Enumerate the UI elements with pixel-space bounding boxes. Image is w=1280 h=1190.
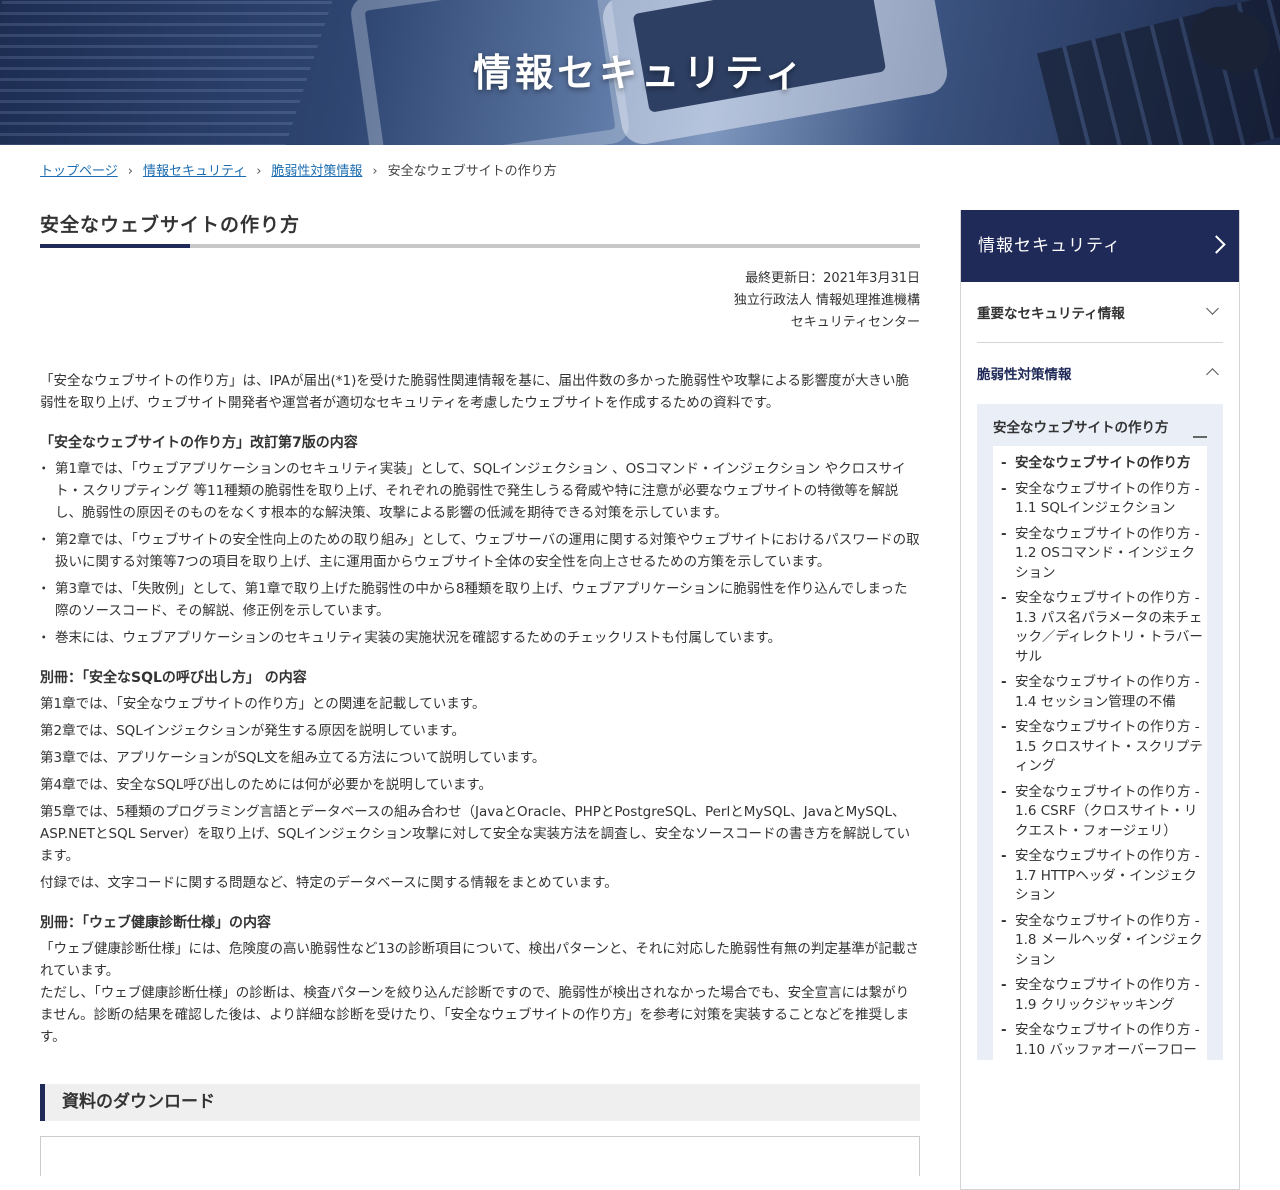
sidebar-item-label: 脆弱性対策情報 [977,367,1072,383]
breadcrumb: トップページ › 情報セキュリティ › 脆弱性対策情報 › 安全なウェブサイトの作り方 [40,160,557,180]
sql-line: 第1章では、「安全なウェブサイトの作り方」との関連を記載しています。 [40,696,486,712]
list-item: 第3章では、「失敗例」として、第1章で取り上げた脆弱性の中から8種類を取り上げ、… [37,578,920,622]
download-box [40,1136,920,1176]
sidebar-header-link[interactable]: 情報セキュリティ [961,210,1239,282]
breadcrumb-separator: › [127,164,133,179]
chevron-down-icon [1206,302,1219,315]
sidebar-link[interactable]: 安全なウェブサイトの作り方 - 1.1 SQLインジェクション [1001,480,1203,519]
hero-banner: 情報セキュリティ [0,0,1280,145]
web-health-paragraph: 「ウェブ健康診断仕様」には、危険度の高い脆弱性など13の診断項目について、検出パ… [40,941,919,979]
sidebar-item-label: 重要なセキュリティ情報 [977,306,1125,322]
breadcrumb-separator: › [256,164,262,179]
download-heading: 資料のダウンロード [40,1084,920,1121]
sql-line: 第4章では、安全なSQL呼び出しのためには何が必要かを説明しています。 [40,777,493,793]
organization: 独立行政法人 情報処理推進機構 [733,293,920,308]
main-content: 安全なウェブサイトの作り方 最終更新日：2021年3月31日 独立行政法人 情報… [37,210,920,1176]
sidebar-link[interactable]: 安全なウェブサイトの作り方 - 1.3 パス名パラメータの未チェック／ディレクト… [1001,589,1203,667]
section-heading-web-health: 別冊：「ウェブ健康診断仕様」の内容 [40,915,271,931]
hero-title: 情報セキュリティ [473,51,807,95]
sidebar-subsection-toggle[interactable]: 安全なウェブサイトの作り方 [993,418,1207,446]
sidebar-link-active[interactable]: 安全なウェブサイトの作り方 [1001,454,1203,474]
list-item: 第1章では、「ウェブアプリケーションのセキュリティ実装」として、SQLインジェク… [37,458,920,524]
sidebar-link[interactable]: 安全なウェブサイトの作り方 - 1.4 セッション管理の不備 [1001,673,1203,712]
article-meta: 最終更新日：2021年3月31日 独立行政法人 情報処理推進機構 セキュリティセ… [40,268,920,334]
page-title: 安全なウェブサイトの作り方 [40,214,301,236]
list-item: 巻末には、ウェブアプリケーションのセキュリティ実装の実施状況を確認するためのチェ… [37,627,920,649]
chevron-up-icon [1206,368,1219,381]
sidebar-subsection-label: 安全なウェブサイトの作り方 [993,420,1169,436]
sql-line: 付録では、文字コードに関する問題など、特定のデータベースに関する情報をまとめてい… [40,875,618,891]
title-divider [40,244,920,248]
sidebar-item-important-info[interactable]: 重要なセキュリティ情報 [977,282,1223,343]
breadcrumb-link-vuln[interactable]: 脆弱性対策情報 [271,164,362,179]
sidebar-header-label: 情報セキュリティ [978,236,1121,256]
chevron-right-icon [1207,235,1226,254]
sidebar-item-vuln-info[interactable]: 脆弱性対策情報 [977,343,1223,404]
intro-paragraph: 「安全なウェブサイトの作り方」は、IPAが届出(*1)を受けた脆弱性関連情報を基… [40,373,910,411]
section-heading-7th-edition: 「安全なウェブサイトの作り方」改訂第7版の内容 [40,435,358,451]
sidebar-link[interactable]: 安全なウェブサイトの作り方 - 1.6 CSRF（クロスサイト・リクエスト・フォ… [1001,783,1203,842]
sidebar: 情報セキュリティ 重要なセキュリティ情報 脆弱性対策情報 安全なウェブサイトの作… [960,210,1240,1190]
minus-icon [1193,436,1207,438]
sidebar-link[interactable]: 安全なウェブサイトの作り方 - 1.2 OSコマンド・インジェクション [1001,525,1203,584]
breadcrumb-separator: › [372,164,378,179]
sql-line: 第5章では、5種類のプログラミング言語とデータベースの組み合わせ（JavaとOr… [40,804,911,864]
sidebar-link[interactable]: 安全なウェブサイトの作り方 - 1.10 バッファオーバーフロー [1001,1021,1203,1060]
sidebar-link[interactable]: 安全なウェブサイトの作り方 - 1.7 HTTPヘッダ・インジェクション [1001,847,1203,906]
web-health-paragraph: ただし、「ウェブ健康診断仕様」の診断は、検査パターンを絞り込んだ診断ですので、脆… [40,985,910,1045]
department: セキュリティセンター [790,315,920,330]
list-item: 第2章では、「ウェブサイトの安全性向上のための取り組み」として、ウェブサーバの運… [37,529,920,573]
section-heading-sql: 別冊：「安全なSQLの呼び出し方」 の内容 [40,670,307,686]
breadcrumb-link-security[interactable]: 情報セキュリティ [143,164,246,179]
sql-line: 第2章では、SQLインジェクションが発生する原因を説明しています。 [40,723,466,739]
breadcrumb-current: 安全なウェブサイトの作り方 [387,164,557,179]
last-updated: 最終更新日：2021年3月31日 [745,271,920,286]
chapter-list: 第1章では、「ウェブアプリケーションのセキュリティ実装」として、SQLインジェク… [37,458,920,649]
sidebar-link[interactable]: 安全なウェブサイトの作り方 - 1.5 クロスサイト・スクリプティング [1001,718,1203,777]
sidebar-link[interactable]: 安全なウェブサイトの作り方 - 1.9 クリックジャッキング [1001,976,1203,1015]
sidebar-link[interactable]: 安全なウェブサイトの作り方 - 1.8 メールヘッダ・インジェクション [1001,912,1203,971]
breadcrumb-link-top[interactable]: トップページ [40,164,118,179]
sidebar-link-list: 安全なウェブサイトの作り方 安全なウェブサイトの作り方 - 1.1 SQLインジ… [993,446,1207,1060]
sidebar-subpanel: 安全なウェブサイトの作り方 安全なウェブサイトの作り方 安全なウェブサイトの作り… [977,404,1223,1060]
sql-line: 第3章では、アプリケーションがSQL文を組み立てる方法について説明しています。 [40,750,546,766]
